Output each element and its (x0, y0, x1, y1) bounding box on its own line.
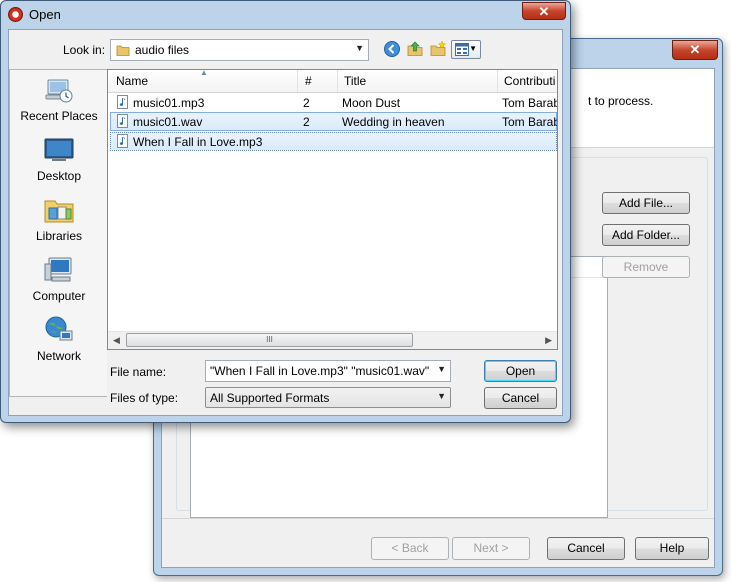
places-bar: Recent Places Desktop Libraries Computer… (9, 69, 107, 397)
file-name-input[interactable]: "When I Fall in Love.mp3" "music01.wav" … (205, 360, 451, 382)
add-folder-button[interactable]: Add Folder... (602, 224, 690, 246)
new-folder-icon[interactable] (429, 40, 447, 58)
file-name-value: "When I Fall in Love.mp3" "music01.wav" (210, 364, 430, 378)
file-row-selected[interactable]: music01.wav 2 Wedding in heaven Tom Bara… (110, 112, 557, 131)
audio-file-icon (117, 134, 128, 148)
bg-close-icon[interactable]: ✕ (672, 40, 718, 60)
view-list-icon (455, 43, 469, 56)
look-in-label: Look in: (63, 43, 106, 57)
back-icon[interactable] (383, 40, 401, 58)
network-icon (45, 316, 73, 341)
file-title-cell: Moon Dust (342, 96, 401, 110)
column-header-name[interactable]: Name (116, 74, 148, 88)
scroll-right-icon[interactable]: ▶ (545, 335, 552, 346)
desktop-icon (44, 138, 74, 161)
file-row-focused[interactable]: When I Fall in Love.mp3 (110, 132, 557, 151)
place-network[interactable]: Network (10, 314, 108, 363)
bg-separator (162, 518, 714, 519)
list-header: Name ▲ # Title Contributi (108, 70, 557, 93)
place-libraries[interactable]: Libraries (10, 194, 108, 243)
column-header-contributing[interactable]: Contributi (504, 74, 555, 88)
up-folder-icon[interactable] (406, 40, 424, 58)
close-icon[interactable]: ✕ (522, 2, 566, 20)
open-dialog-client: Look in: audio files ▼ ▼ Recent Places D… (8, 29, 563, 416)
computer-icon (44, 257, 72, 282)
view-menu-button[interactable]: ▼ (451, 40, 481, 59)
file-name-cell: When I Fall in Love.mp3 (133, 135, 263, 149)
horizontal-scrollbar[interactable]: ◀ III ▶ (108, 331, 557, 349)
audio-file-icon (117, 114, 128, 128)
column-divider[interactable] (497, 70, 498, 92)
libraries-icon (44, 200, 74, 223)
column-header-number[interactable]: # (305, 74, 312, 88)
file-name-cell: music01.mp3 (133, 96, 205, 110)
place-label: Desktop (36, 169, 82, 183)
file-row[interactable]: music01.mp3 2 Moon Dust Tom Barab (110, 93, 557, 112)
audio-file-icon (117, 95, 128, 109)
bg-header-text: t to process. (588, 94, 654, 108)
look-in-dropdown[interactable]: audio files ▼ (110, 39, 369, 61)
scrollbar-thumb[interactable]: III (126, 333, 413, 347)
chevron-down-icon: ▼ (355, 43, 364, 53)
file-name-cell: music01.wav (133, 115, 203, 129)
place-label: Network (36, 349, 81, 363)
place-label: Computer (32, 289, 86, 303)
add-file-button[interactable]: Add File... (602, 192, 690, 214)
sort-ascending-icon: ▲ (200, 69, 208, 77)
file-type-label: Files of type: (110, 391, 179, 405)
look-in-value: audio files (135, 43, 190, 57)
remove-button[interactable]: Remove (602, 256, 690, 278)
place-recent-places[interactable]: Recent Places (10, 74, 108, 123)
file-type-dropdown[interactable]: All Supported Formats ▼ (205, 387, 451, 408)
dialog-title: Open (29, 7, 61, 22)
column-header-title[interactable]: Title (344, 74, 366, 88)
file-contrib-cell: Tom Barab (502, 115, 557, 129)
file-list[interactable]: Name ▲ # Title Contributi music01.mp3 2 … (107, 69, 558, 350)
column-divider[interactable] (297, 70, 298, 92)
cancel-button[interactable]: Cancel (484, 387, 557, 409)
file-name-label: File name: (110, 365, 167, 379)
file-contrib-cell: Tom Barab (502, 96, 557, 110)
open-dialog: Open ✕ Look in: audio files ▼ ▼ Recent P… (0, 0, 571, 423)
next-button[interactable]: Next > (452, 537, 530, 560)
place-computer[interactable]: Computer (10, 254, 108, 303)
back-button[interactable]: < Back (371, 537, 449, 560)
recent-places-icon (45, 79, 73, 103)
place-desktop[interactable]: Desktop (10, 134, 108, 183)
app-icon (8, 7, 23, 22)
scroll-left-icon[interactable]: ◀ (113, 335, 120, 346)
place-label: Recent Places (20, 109, 98, 123)
column-divider[interactable] (337, 70, 338, 92)
file-number-cell: 2 (303, 115, 310, 129)
folder-icon (116, 45, 130, 56)
help-button[interactable]: Help (635, 537, 709, 560)
chevron-down-icon[interactable]: ▼ (437, 364, 446, 374)
chevron-down-icon: ▼ (469, 44, 477, 53)
file-type-value: All Supported Formats (210, 391, 330, 405)
scroll-grip: III (266, 335, 273, 344)
file-title-cell: Wedding in heaven (342, 115, 445, 129)
wizard-cancel-button[interactable]: Cancel (547, 537, 625, 560)
open-button[interactable]: Open (484, 360, 557, 382)
file-number-cell: 2 (303, 96, 310, 110)
place-label: Libraries (35, 229, 83, 243)
chevron-down-icon: ▼ (437, 391, 446, 401)
